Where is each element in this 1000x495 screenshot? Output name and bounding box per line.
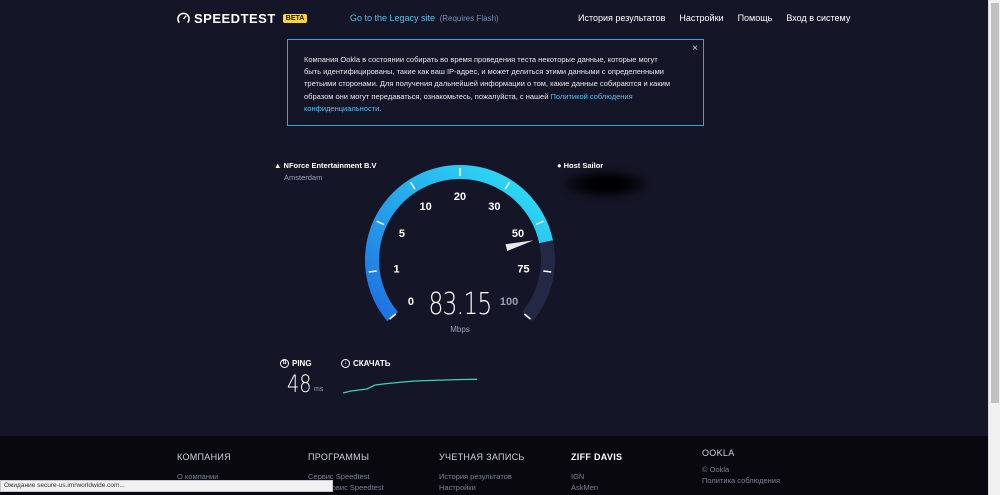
download-label-text: СКАЧАТЬ — [353, 359, 391, 368]
top-nav: История результатов Настройки Помощь Вхо… — [578, 13, 850, 23]
isp-icon: ▲ — [274, 161, 282, 170]
footer-head: ПРОГРАММЫ — [308, 452, 370, 462]
nav-settings[interactable]: Настройки — [679, 13, 723, 23]
download-label: ↓ СКАЧАТЬ — [341, 359, 390, 368]
speedometer-icon — [177, 12, 190, 24]
ping-unit: ms — [314, 386, 324, 393]
footer-head: ZIFF DAVIS — [571, 452, 623, 462]
close-icon[interactable]: × — [692, 43, 698, 54]
speed-unit: Mbps — [450, 325, 470, 334]
legacy-site-link[interactable]: Go to the Legacy site (Requires Flash) — [350, 13, 499, 23]
download-graph-line — [342, 378, 478, 394]
footer-link[interactable]: AskMen — [571, 482, 622, 493]
gauge-tick — [543, 270, 552, 273]
legacy-link-text: Go to the Legacy site — [350, 13, 436, 23]
needle-shape — [505, 240, 534, 251]
gauge-tick — [368, 270, 377, 273]
gauge-needle — [505, 240, 534, 251]
gauge-label: 30 — [488, 201, 500, 213]
gauge-label: 5 — [399, 228, 405, 240]
download-icon: ↓ — [341, 359, 350, 368]
gauge-label: 50 — [512, 228, 524, 240]
logo[interactable]: SPEEDTEST BETA — [177, 11, 308, 26]
nav-help[interactable]: Помощь — [738, 13, 773, 23]
page-scrollbar[interactable] — [988, 0, 1000, 495]
footer-link[interactable]: Настройки — [439, 482, 525, 493]
ookla-logo[interactable]: OOKLA — [702, 448, 780, 458]
ping-value: 48 — [287, 370, 312, 398]
footer-link[interactable]: Политика соблюдения — [702, 475, 780, 486]
footer-link[interactable]: IGN — [571, 471, 622, 482]
ping-label: ⇅ PING — [280, 359, 312, 368]
browser-status-bar: Ожидание secure-us.imrworldwide.com... — [0, 480, 333, 492]
download-graph — [342, 378, 478, 394]
nav-results-history[interactable]: История результатов — [578, 13, 665, 23]
beta-badge: BETA — [282, 14, 308, 23]
footer-col-ziffdavis: ZIFF DAVIS IGN AskMen — [571, 452, 622, 493]
footer-link[interactable]: История результатов — [439, 471, 525, 482]
legacy-link-note: (Requires Flash) — [439, 14, 499, 23]
logo-text: SPEEDTEST — [194, 11, 276, 26]
speed-value: 83.15 — [428, 287, 492, 322]
footer-col-company: КОМПАНИЯ О компании — [177, 452, 231, 482]
gauge-label: 75 — [517, 263, 529, 275]
speedtest-page: SPEEDTEST BETA Go to the Legacy site (Re… — [0, 0, 988, 495]
ping-icon: ⇅ — [280, 359, 289, 368]
nav-login[interactable]: Вход в систему — [786, 13, 850, 23]
ping-label-text: PING — [292, 359, 312, 368]
gauge-label: 20 — [454, 191, 466, 203]
footer-col-account: УЧЕТНАЯ ЗАПИСЬ История результатов Настр… — [439, 452, 525, 493]
footer-head: УЧЕТНАЯ ЗАПИСЬ — [439, 452, 525, 462]
footer-link[interactable]: © Ookla — [702, 464, 780, 475]
footer-col-ookla: OOKLA © Ookla Политика соблюдения — [702, 448, 780, 486]
footer-head: КОМПАНИЯ — [177, 452, 231, 462]
redacted-blur — [564, 170, 648, 198]
notice-end: . — [379, 103, 382, 113]
privacy-notice: × Компания Ookla в состоянии собирать во… — [287, 39, 704, 126]
scrollbar-thumb[interactable] — [991, 3, 999, 403]
gauge-label: 1 — [393, 263, 399, 275]
header: SPEEDTEST BETA Go to the Legacy site (Re… — [0, 0, 988, 36]
notice-text: Компания Ookla в состоянии собирать во в… — [304, 54, 675, 115]
gauge-label: 10 — [419, 201, 431, 213]
